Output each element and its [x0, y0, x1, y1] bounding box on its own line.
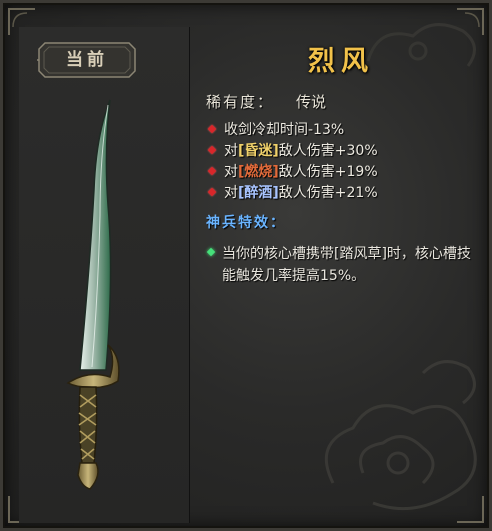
- sword-icon: [66, 99, 120, 490]
- stat-suffix: 敌人伤害+19%: [278, 164, 378, 180]
- stat-prefix: 对: [224, 164, 238, 180]
- stat-list: 收剑冷却时间-13% 对[昏迷]敌人伤害+30% 对[燃烧]敌人伤害+19% 对…: [206, 120, 378, 204]
- stat-text: 收剑冷却时间-13%: [224, 122, 345, 138]
- current-badge-label: 当前: [66, 50, 108, 70]
- red-diamond-icon: [207, 145, 217, 155]
- stat-prefix: 对: [224, 185, 238, 201]
- stat-item: 收剑冷却时间-13%: [206, 120, 378, 141]
- status-keyword: [燃烧]: [238, 164, 279, 180]
- red-diamond-icon: [207, 124, 217, 134]
- stat-suffix: 敌人伤害+30%: [278, 143, 378, 159]
- item-detail-panel: 当前 烈风 稀有度： 传说 收剑冷却时间-13% 对[昏迷]敌人伤害+30% 对…: [0, 0, 492, 531]
- item-name: 烈风: [308, 46, 374, 77]
- cloud-pattern-icon: [324, 360, 477, 511]
- special-effect-description: 当你的核心槽携带[踏风草]时，核心槽技能触发几率提高15%。: [222, 246, 471, 284]
- status-keyword: [昏迷]: [238, 143, 279, 159]
- stat-prefix: 对: [224, 143, 238, 159]
- rarity-value: 传说: [296, 93, 327, 111]
- stat-item: 对[醉酒]敌人伤害+21%: [206, 183, 378, 204]
- rarity-label: 稀有度：: [206, 93, 275, 111]
- rarity-row: 稀有度： 传说: [206, 91, 326, 112]
- special-effect-title: 神兵特效：: [206, 215, 286, 231]
- status-keyword: [醉酒]: [238, 185, 279, 201]
- stat-item: 对[昏迷]敌人伤害+30%: [206, 141, 378, 162]
- red-diamond-icon: [207, 187, 217, 197]
- stat-item: 对[燃烧]敌人伤害+19%: [206, 162, 378, 183]
- green-diamond-icon: [206, 247, 216, 257]
- stat-suffix: 敌人伤害+21%: [278, 185, 378, 201]
- red-diamond-icon: [207, 166, 217, 176]
